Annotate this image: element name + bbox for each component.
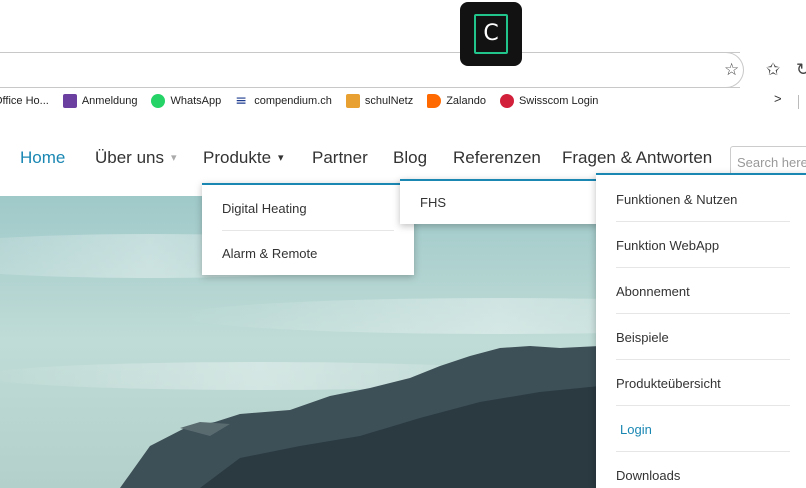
app-logo-letter: C: [483, 21, 499, 46]
bookmark-label: Zalando: [446, 95, 486, 107]
refresh-icon[interactable]: ↻: [796, 60, 806, 80]
menu-divider: [616, 313, 790, 314]
zalando-icon: [427, 94, 442, 108]
app-icon[interactable]: C: [460, 2, 522, 66]
menu-divider: [616, 451, 790, 452]
bookmark-zalando[interactable]: Zalando: [427, 94, 486, 108]
bookmark-swisscom[interactable]: Swisscom Login: [499, 94, 599, 108]
menu-item-login[interactable]: Login: [596, 422, 806, 437]
bookmark-label: Anmeldung: [81, 95, 138, 107]
nav-fragen-antworten[interactable]: Fragen & Antworten: [562, 148, 712, 168]
menu-item-fhs[interactable]: FHS: [400, 195, 600, 210]
bookmark-compendium[interactable]: ≡ compendium.ch: [235, 94, 332, 108]
list-icon: ≡: [235, 93, 247, 109]
menu-divider: [616, 267, 790, 268]
menu-item-funktionen-nutzen[interactable]: Funktionen & Nutzen: [596, 192, 806, 207]
menu-divider: [616, 405, 790, 406]
nav-referenzen[interactable]: Referenzen: [453, 148, 541, 168]
nav-label: Produkte: [203, 148, 272, 167]
submenu-level-2: FHS: [400, 179, 600, 224]
bookmark-anmeldung[interactable]: Anmeldung: [62, 94, 138, 108]
chevron-right-icon[interactable]: >: [774, 91, 782, 106]
menu-divider: [616, 359, 790, 360]
nav-label: Über uns: [95, 148, 164, 167]
menu-item-digital-heating[interactable]: Digital Heating: [202, 201, 414, 216]
caret-down-icon: ▾: [278, 152, 284, 164]
bookmark-label: compendium.ch: [254, 95, 332, 107]
bookmark-label: Swisscom Login: [518, 95, 599, 107]
bookmark-label: Office Ho...: [0, 95, 49, 107]
favorites-icon[interactable]: ✩: [766, 60, 780, 80]
nav-blog[interactable]: Blog: [393, 148, 427, 168]
swisscom-icon: [499, 94, 514, 108]
nav-produkte[interactable]: Produkte ▾: [203, 148, 284, 168]
menu-item-downloads[interactable]: Downloads: [596, 468, 806, 483]
schulnetz-icon: [345, 94, 360, 108]
bookmark-office[interactable]: Office Ho...: [0, 95, 49, 107]
menu-item-funktion-webapp[interactable]: Funktion WebApp: [596, 238, 806, 253]
bookmark-label: WhatsApp: [170, 95, 222, 107]
nav-home[interactable]: Home: [20, 148, 65, 168]
bookmarks-separator: [798, 95, 799, 109]
menu-item-alarm-remote[interactable]: Alarm & Remote: [202, 246, 414, 261]
menu-item-produkteuebersicht[interactable]: Produkteübersicht: [596, 376, 806, 391]
submenu-level-3: Funktionen & Nutzen Funktion WebApp Abon…: [596, 173, 806, 488]
square-icon: [62, 94, 77, 108]
bookmark-schulnetz[interactable]: schulNetz: [345, 94, 414, 108]
produkte-dropdown: Digital Heating Alarm & Remote: [202, 183, 414, 275]
bookmark-whatsapp[interactable]: WhatsApp: [151, 94, 221, 108]
menu-item-abonnement[interactable]: Abonnement: [596, 284, 806, 299]
screenshot-stage: ☆ ✩ ↻ C Office Ho... Anmeldung WhatsApp …: [0, 0, 806, 488]
nav-partner[interactable]: Partner: [312, 148, 368, 168]
whatsapp-icon: [151, 94, 166, 108]
app-logo-glyph: C: [474, 14, 508, 54]
menu-divider: [222, 230, 394, 231]
site-navigation: Home Über uns ▾ Produkte ▾ Partner Blog Re…: [0, 138, 806, 178]
caret-down-icon: ▾: [170, 152, 177, 164]
star-icon[interactable]: ☆: [724, 60, 739, 80]
nav-ueber-uns[interactable]: Über uns ▾: [95, 148, 177, 168]
menu-item-beispiele[interactable]: Beispiele: [596, 330, 806, 345]
bookmarks-bar: Office Ho... Anmeldung WhatsApp ≡ compen…: [0, 88, 806, 114]
menu-divider: [616, 221, 790, 222]
address-bar-top-border: [0, 52, 740, 53]
bookmark-label: schulNetz: [364, 95, 414, 107]
